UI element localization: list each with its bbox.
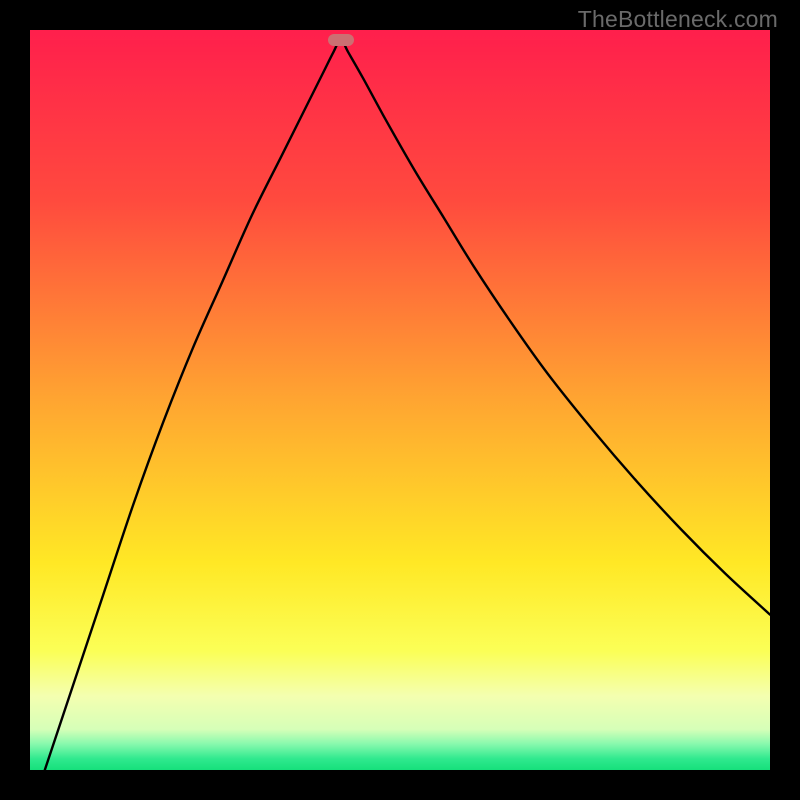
bottleneck-curve bbox=[30, 30, 770, 770]
plot-area bbox=[30, 30, 770, 770]
watermark-text: TheBottleneck.com bbox=[578, 6, 778, 33]
chart-stage: TheBottleneck.com bbox=[0, 0, 800, 800]
optimum-marker bbox=[328, 34, 354, 46]
